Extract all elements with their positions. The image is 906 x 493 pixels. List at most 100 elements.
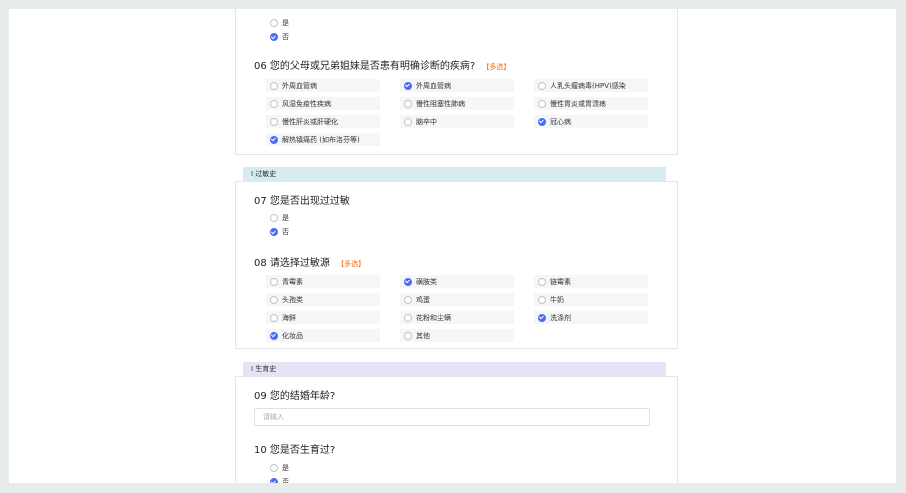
radio-icon (270, 19, 278, 27)
checkbox-icon (404, 313, 412, 322)
question-text: 您是否生育过? (269, 445, 336, 456)
q07-title: 07 您是否出现过过敏 (254, 192, 350, 207)
option-label: 化妆品 (282, 331, 303, 340)
q06-option[interactable]: 解热镇痛药 (如布洛芬等) (266, 133, 380, 146)
option-label: 链霉素 (550, 277, 571, 286)
radio-icon (270, 214, 278, 222)
option-label: 慢性阻塞性肺病 (416, 99, 465, 108)
q08-option[interactable]: 其他 (400, 329, 514, 342)
checkbox-icon (404, 295, 412, 304)
q08-options: 青霉素 磺胺类 链霉素 头孢类 鸡蛋 牛奶 海鲜 花粉和尘螨 洗涤剂 化妆品 其… (266, 275, 650, 342)
q08-option[interactable]: 海鲜 (266, 311, 380, 324)
option-label: 海鲜 (282, 313, 296, 322)
q05-option-no[interactable]: 否 (270, 32, 289, 42)
checkbox-icon (538, 81, 546, 90)
q10-title: 10 您是否生育过? (254, 441, 335, 456)
q08-option[interactable]: 头孢类 (266, 293, 380, 306)
checkbox-icon (270, 81, 278, 90)
q08-option[interactable]: 化妆品 (266, 329, 380, 342)
option-label: 是 (282, 19, 289, 27)
checkbox-icon (404, 331, 412, 340)
checkbox-checked-icon (404, 277, 412, 286)
option-label: 是 (282, 214, 289, 222)
checkbox-icon (270, 295, 278, 304)
q08-option[interactable]: 链霉素 (534, 275, 648, 288)
q07-option-no[interactable]: 否 (270, 227, 289, 237)
q08-option[interactable]: 洗涤剂 (534, 311, 648, 324)
q06-option[interactable]: 慢性胃炎或胃溃疡 (534, 97, 648, 110)
radio-checked-icon (270, 33, 278, 41)
question-number: 08 (254, 258, 267, 269)
option-label: 脑卒中 (416, 117, 437, 126)
question-number: 07 (254, 196, 267, 207)
section-header-birth: I 生育史 (243, 362, 666, 376)
option-label: 外周血管病 (416, 81, 451, 90)
q08-option[interactable]: 磺胺类 (400, 275, 514, 288)
question-number: 10 (254, 445, 267, 456)
checkbox-icon (270, 277, 278, 286)
marriage-age-input[interactable] (254, 408, 650, 426)
q06-option[interactable]: 脑卒中 (400, 115, 514, 128)
question-number: 06 (254, 61, 267, 72)
q06-option[interactable]: 慢性肝炎或肝硬化 (266, 115, 380, 128)
checkbox-icon (538, 99, 546, 108)
q08-title: 08 请选择过敏源 【多选】 (254, 254, 365, 269)
question-card-birth: 09 您的结婚年龄? 10 您是否生育过? 是 否 (235, 376, 678, 483)
q09-title: 09 您的结婚年龄? (254, 387, 335, 402)
checkbox-icon (270, 313, 278, 322)
q08-option[interactable]: 鸡蛋 (400, 293, 514, 306)
option-label: 慢性胃炎或胃溃疡 (550, 99, 606, 108)
survey-page: 是 否 06 您的父母或兄弟姐妹是否患有明确诊断的疾病? 【多选】 外周血管病 … (9, 9, 896, 483)
option-label: 鸡蛋 (416, 295, 430, 304)
q06-option[interactable]: 慢性阻塞性肺病 (400, 97, 514, 110)
question-text: 您是否出现过过敏 (269, 196, 350, 207)
option-label: 解热镇痛药 (如布洛芬等) (282, 135, 360, 144)
checkbox-checked-icon (538, 313, 546, 322)
q10-option-yes[interactable]: 是 (270, 463, 289, 473)
q08-option[interactable]: 牛奶 (534, 293, 648, 306)
option-label: 否 (282, 228, 289, 236)
checkbox-icon (538, 295, 546, 304)
checkbox-checked-icon (270, 331, 278, 340)
q05-option-yes[interactable]: 是 (270, 18, 289, 28)
option-label: 外周血管病 (282, 81, 317, 90)
q07-option-yes[interactable]: 是 (270, 213, 289, 223)
option-label: 冠心病 (550, 117, 571, 126)
q10-option-no[interactable]: 否 (270, 477, 289, 483)
question-card-family-history: 是 否 06 您的父母或兄弟姐妹是否患有明确诊断的疾病? 【多选】 外周血管病 … (235, 9, 678, 155)
checkbox-checked-icon (538, 117, 546, 126)
question-text: 请选择过敏源 (269, 258, 330, 269)
q06-options: 外周血管病 外周血管病 人乳头瘤病毒(HPV)感染 风湿免疫性疾病 慢性阻塞性肺… (266, 79, 650, 146)
checkbox-icon (270, 99, 278, 108)
option-label: 人乳头瘤病毒(HPV)感染 (550, 81, 626, 90)
q06-option[interactable]: 风湿免疫性疾病 (266, 97, 380, 110)
question-number: 09 (254, 391, 267, 402)
radio-checked-icon (270, 478, 278, 483)
option-label: 洗涤剂 (550, 313, 571, 322)
q06-option[interactable]: 外周血管病 (400, 79, 514, 92)
question-card-allergy: 07 您是否出现过过敏 是 否 08 请选择过敏源 【多选】 青霉素 磺胺类 链… (235, 181, 678, 349)
q08-option[interactable]: 青霉素 (266, 275, 380, 288)
q08-option[interactable]: 花粉和尘螨 (400, 311, 514, 324)
radio-icon (270, 464, 278, 472)
checkbox-icon (538, 277, 546, 286)
checkbox-icon (404, 117, 412, 126)
option-label: 磺胺类 (416, 277, 437, 286)
multi-select-tag: 【多选】 (482, 63, 511, 71)
option-label: 花粉和尘螨 (416, 313, 451, 322)
q06-option[interactable]: 人乳头瘤病毒(HPV)感染 (534, 79, 648, 92)
q06-title: 06 您的父母或兄弟姐妹是否患有明确诊断的疾病? 【多选】 (254, 57, 510, 72)
option-label: 其他 (416, 331, 430, 340)
option-label: 牛奶 (550, 295, 564, 304)
checkbox-checked-icon (270, 135, 278, 144)
checkbox-icon (404, 99, 412, 108)
q06-option[interactable]: 冠心病 (534, 115, 648, 128)
option-label: 风湿免疫性疾病 (282, 99, 331, 108)
radio-checked-icon (270, 228, 278, 236)
option-label: 是 (282, 464, 289, 472)
question-text: 您的父母或兄弟姐妹是否患有明确诊断的疾病? (269, 61, 476, 72)
option-label: 否 (282, 33, 289, 41)
multi-select-tag: 【多选】 (337, 260, 366, 268)
q06-option[interactable]: 外周血管病 (266, 79, 380, 92)
option-label: 头孢类 (282, 295, 303, 304)
